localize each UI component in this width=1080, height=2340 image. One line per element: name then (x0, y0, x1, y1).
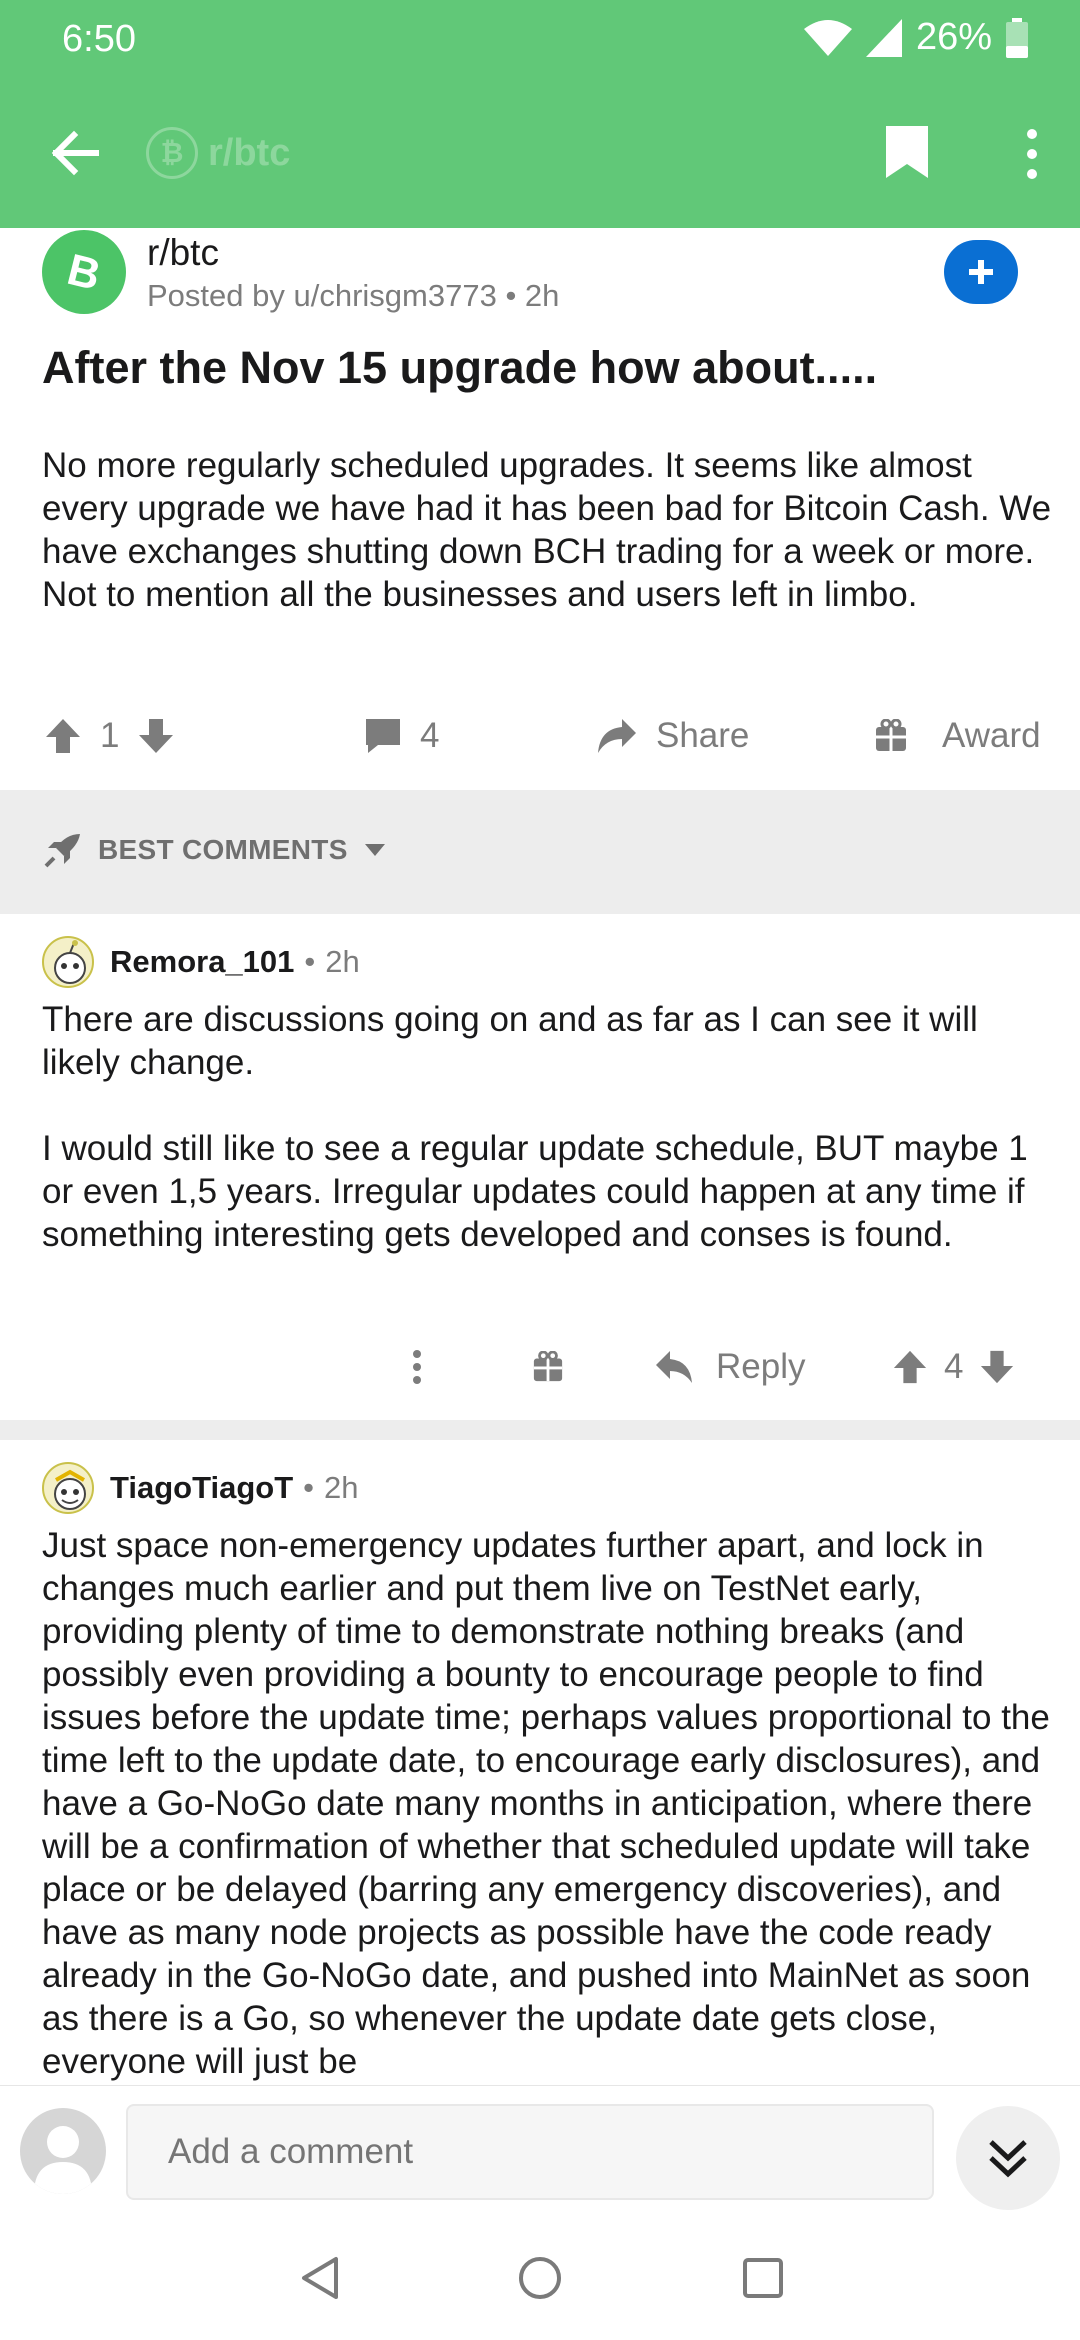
nav-recents-icon[interactable] (738, 2253, 788, 2303)
nav-home-icon[interactable] (515, 2253, 565, 2303)
battery-icon (1006, 17, 1028, 58)
add-comment-input[interactable] (126, 2104, 934, 2200)
user-silhouette-icon (34, 2126, 92, 2194)
share-icon (598, 719, 636, 753)
snoo-avatar-icon (54, 940, 86, 984)
meta-dot: • (303, 1470, 314, 1505)
caret-down-icon (364, 844, 385, 856)
status-bar: 6:50 26% (0, 0, 1080, 80)
downvote-icon[interactable] (979, 1349, 1015, 1385)
comment-paragraph: There are discussions going on and as fa… (42, 1000, 978, 1082)
sort-label: BEST COMMENTS (98, 834, 348, 865)
post-comment-count: 4 (420, 716, 440, 755)
reply-button[interactable]: Reply (654, 1332, 805, 1402)
comment-item: TiagoTiagoT • 2h Just space non-emergenc… (0, 1440, 1080, 2085)
reply-icon (656, 1351, 692, 1383)
rocket-icon (44, 834, 80, 868)
upvote-icon[interactable] (892, 1349, 928, 1385)
toolbar: ₿ r/btc (0, 80, 1080, 228)
status-icons: 26% (803, 16, 1028, 59)
upvote-icon[interactable] (44, 717, 82, 755)
sort-dropdown[interactable]: BEST COMMENTS (44, 832, 386, 868)
reply-label: Reply (716, 1347, 806, 1386)
comment-age: 2h (324, 1470, 359, 1505)
gift-icon (876, 719, 906, 751)
system-nav-bar (0, 2215, 1080, 2340)
comment-body: Just space non-emergency updates further… (42, 1524, 1054, 2085)
comment-award-button[interactable] (532, 1332, 564, 1402)
signal-icon (865, 18, 902, 57)
toolbar-subreddit-label: r/btc (208, 131, 291, 174)
comment-paragraph: I would still like to see a regular upda… (42, 1129, 1028, 1254)
comment-header: Remora_101 • 2h (42, 936, 360, 988)
meta-dot: • (304, 944, 316, 979)
comment-item: Remora_101 • 2h There are discussions go… (0, 914, 1080, 1416)
comment-more-button[interactable] (412, 1332, 422, 1402)
bookmark-icon[interactable] (884, 124, 930, 180)
meta-dot: • (505, 278, 525, 313)
share-button[interactable]: Share (596, 700, 749, 772)
comment-username[interactable]: TiagoTiagoT (110, 1470, 293, 1506)
subreddit-avatar[interactable]: B (42, 230, 126, 314)
post-vote-count: 1 (100, 716, 120, 755)
comment-vote-count: 4 (944, 1347, 964, 1386)
plus-icon (969, 260, 993, 284)
status-time: 6:50 (62, 18, 136, 60)
user-avatar[interactable] (42, 936, 94, 988)
svg-text:B: B (63, 247, 106, 297)
award-button[interactable]: Award (874, 700, 1041, 772)
next-comment-button[interactable] (956, 2106, 1060, 2210)
post-body: No more regularly scheduled upgrades. It… (42, 446, 1052, 614)
comment-icon (366, 719, 400, 753)
back-arrow-icon[interactable] (46, 125, 102, 181)
comment-body: There are discussions going on and as fa… (42, 998, 1054, 1299)
downvote-icon[interactable] (137, 717, 175, 755)
post-age: 2h (524, 278, 560, 313)
bitcoin-icon: B (63, 247, 106, 297)
toolbar-subreddit[interactable]: ₿ r/btc (146, 127, 290, 179)
comment-username[interactable]: Remora_101 (110, 944, 294, 980)
gift-icon (533, 1351, 563, 1382)
bitcoin-icon: ₿ (146, 127, 198, 179)
comments-button[interactable]: 4 (364, 700, 439, 772)
post-vote-group: 1 (44, 700, 175, 772)
battery-percent: 26% (915, 16, 992, 58)
more-options-icon[interactable] (1024, 128, 1040, 180)
post-title[interactable]: After the Nov 15 upgrade how about..... (42, 338, 1042, 398)
post-subreddit[interactable]: r/btc (147, 232, 219, 274)
comment-age: 2h (325, 944, 360, 979)
my-avatar[interactable] (20, 2108, 106, 2194)
app-bar: 6:50 26% ₿ r/btc (0, 0, 1080, 228)
share-label: Share (656, 716, 750, 755)
award-label: Award (942, 716, 1041, 755)
comment-header: TiagoTiagoT • 2h (42, 1462, 358, 1514)
post-author[interactable]: Posted by u/chrisgm3773 (147, 278, 497, 313)
more-options-icon (413, 1350, 421, 1384)
comment-divider (0, 1420, 1080, 1440)
snoo-avatar-icon (54, 1469, 86, 1510)
post-header: B r/btc Posted by u/chrisgm3773 • 2h (42, 230, 1042, 320)
post-meta: Posted by u/chrisgm3773 • 2h (147, 278, 559, 314)
join-button[interactable] (944, 240, 1018, 304)
post-action-bar: 1 4 Share Award (0, 700, 1080, 772)
nav-back-icon[interactable] (296, 2253, 346, 2303)
user-avatar[interactable] (42, 1462, 94, 1514)
wifi-icon (803, 19, 852, 56)
comment-paragraph: Just space non-emergency updates further… (42, 1526, 1050, 2081)
comment-composer (0, 2085, 1080, 2215)
comment-vote-group: 4 (892, 1332, 1015, 1402)
comment-action-bar: Reply 4 (0, 1332, 1080, 1402)
double-chevron-down-icon (989, 2140, 1027, 2178)
comment-sort-bar: BEST COMMENTS (0, 790, 1080, 914)
